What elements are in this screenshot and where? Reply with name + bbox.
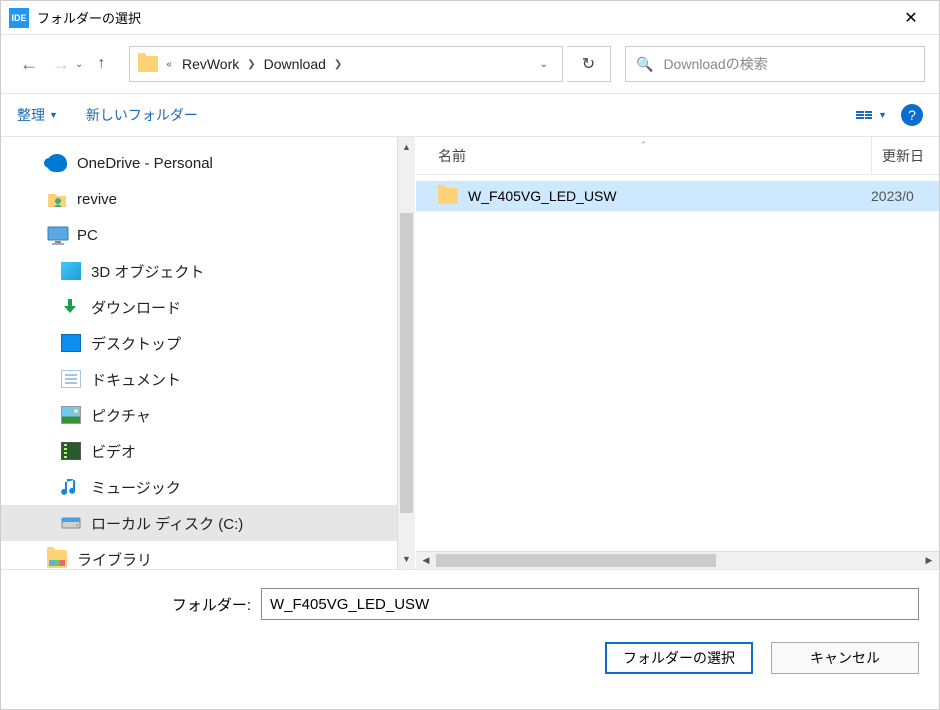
scroll-track[interactable]	[436, 552, 919, 569]
download-icon	[61, 298, 81, 316]
item-date: 2023/0	[871, 188, 939, 204]
tree-scrollbar[interactable]: ▲ ▼	[397, 137, 415, 569]
search-icon: 🔍	[636, 56, 653, 73]
address-segment-revwork[interactable]: RevWork	[178, 54, 243, 74]
toolbar: 整理 ▼ 新しいフォルダー ▼ ?	[1, 93, 939, 137]
video-icon	[61, 442, 81, 460]
view-options[interactable]: ▼	[856, 110, 887, 120]
view-icon	[856, 111, 872, 119]
folder-input[interactable]	[261, 588, 919, 620]
tree-item-desktop[interactable]: デスクトップ	[1, 325, 415, 361]
folder-label: フォルダー:	[1, 594, 261, 615]
cancel-button[interactable]: キャンセル	[771, 642, 919, 674]
forward-button[interactable]: →	[47, 50, 75, 78]
folder-row: フォルダー:	[1, 588, 919, 620]
scroll-up-button[interactable]: ▲	[398, 137, 415, 157]
list-header: ⌃ 名前 更新日	[416, 137, 939, 175]
tree-item-pictures[interactable]: ピクチャ	[1, 397, 415, 433]
tree-label: revive	[77, 191, 117, 208]
column-label: 名前	[438, 146, 466, 166]
folder-icon	[138, 56, 158, 72]
nav-bar: ← → ⌄ ↑ « RevWork ❯ Download ❯ ⌄ ↻ 🔍 Dow…	[1, 35, 939, 93]
button-row: フォルダーの選択 キャンセル	[1, 642, 919, 674]
column-date[interactable]: 更新日	[871, 137, 939, 174]
tree-label: PC	[77, 227, 98, 244]
cube-icon	[61, 262, 81, 280]
tree-label: ローカル ディスク (C:)	[91, 513, 243, 534]
item-name: W_F405VG_LED_USW	[468, 188, 871, 204]
file-list: ⌃ 名前 更新日 W_F405VG_LED_USW 2023/0 ◀ ▶	[415, 137, 939, 569]
chevron-right-icon[interactable]: ❯	[247, 59, 255, 70]
address-bar[interactable]: « RevWork ❯ Download ❯ ⌄	[129, 46, 563, 82]
tree-label: 3D オブジェクト	[91, 261, 204, 282]
pictures-icon	[61, 406, 81, 424]
title-bar: IDE フォルダーの選択 ✕	[1, 1, 939, 35]
path-prefix: «	[166, 59, 172, 70]
disk-icon	[61, 514, 81, 532]
tree-item-onedrive[interactable]: OneDrive - Personal	[1, 145, 415, 181]
scroll-right-button[interactable]: ▶	[919, 552, 939, 569]
scroll-track[interactable]	[398, 157, 415, 549]
organize-menu[interactable]: 整理 ▼	[17, 105, 58, 125]
help-button[interactable]: ?	[901, 104, 923, 126]
column-name[interactable]: ⌃ 名前	[416, 146, 871, 166]
list-body[interactable]: W_F405VG_LED_USW 2023/0	[416, 175, 939, 551]
close-button[interactable]: ✕	[891, 3, 931, 33]
list-scrollbar[interactable]: ◀ ▶	[416, 551, 939, 569]
tree-item-videos[interactable]: ビデオ	[1, 433, 415, 469]
tree-item-pc[interactable]: PC	[1, 217, 415, 253]
tree-item-3d-objects[interactable]: 3D オブジェクト	[1, 253, 415, 289]
tree-label: ピクチャ	[91, 405, 151, 426]
chevron-down-icon: ▼	[49, 110, 58, 120]
scroll-thumb[interactable]	[436, 554, 716, 567]
tree-item-documents[interactable]: ドキュメント	[1, 361, 415, 397]
folder-icon	[438, 188, 458, 204]
tree-label: ドキュメント	[91, 369, 181, 390]
tree-label: ライブラリ	[77, 549, 152, 570]
tree-label: OneDrive - Personal	[77, 155, 213, 172]
address-segment-download[interactable]: Download	[260, 54, 330, 74]
document-icon	[61, 370, 81, 388]
organize-label: 整理	[17, 105, 45, 125]
music-icon	[61, 478, 81, 496]
refresh-button[interactable]: ↻	[567, 46, 611, 82]
scroll-down-button[interactable]: ▼	[398, 549, 415, 569]
up-button[interactable]: ↑	[87, 50, 115, 78]
user-folder-icon	[47, 190, 67, 208]
pc-icon	[47, 226, 67, 244]
navigation-tree: OneDrive - Personal revive PC 3D オブジェクト …	[1, 137, 415, 569]
window-title: フォルダーの選択	[37, 8, 891, 27]
search-placeholder: Downloadの検索	[663, 54, 767, 74]
history-dropdown[interactable]: ⌄	[75, 59, 83, 70]
tree-item-downloads[interactable]: ダウンロード	[1, 289, 415, 325]
list-item[interactable]: W_F405VG_LED_USW 2023/0	[416, 181, 939, 211]
tree-label: ミュージック	[91, 477, 181, 498]
tree-label: ダウンロード	[91, 297, 181, 318]
body-area: OneDrive - Personal revive PC 3D オブジェクト …	[1, 137, 939, 569]
app-icon: IDE	[9, 8, 29, 28]
scroll-left-button[interactable]: ◀	[416, 552, 436, 569]
tree-item-local-disk[interactable]: ローカル ディスク (C:)	[1, 505, 415, 541]
select-folder-button[interactable]: フォルダーの選択	[605, 642, 753, 674]
scroll-thumb[interactable]	[400, 213, 413, 513]
search-input[interactable]: 🔍 Downloadの検索	[625, 46, 925, 82]
cloud-icon	[47, 154, 67, 172]
tree-label: デスクトップ	[91, 333, 181, 354]
sort-indicator-icon: ⌃	[640, 140, 648, 151]
chevron-right-icon[interactable]: ❯	[334, 59, 342, 70]
address-dropdown[interactable]: ⌄	[534, 59, 554, 70]
new-folder-button[interactable]: 新しいフォルダー	[86, 105, 198, 125]
tree-label: ビデオ	[91, 441, 136, 462]
desktop-icon	[61, 334, 81, 352]
tree-item-libraries[interactable]: ライブラリ	[1, 541, 415, 569]
back-button[interactable]: ←	[15, 50, 43, 78]
chevron-down-icon: ▼	[878, 110, 887, 120]
bottom-panel: フォルダー: フォルダーの選択 キャンセル	[1, 569, 939, 692]
libraries-icon	[47, 550, 67, 568]
tree-item-revive[interactable]: revive	[1, 181, 415, 217]
tree-item-music[interactable]: ミュージック	[1, 469, 415, 505]
